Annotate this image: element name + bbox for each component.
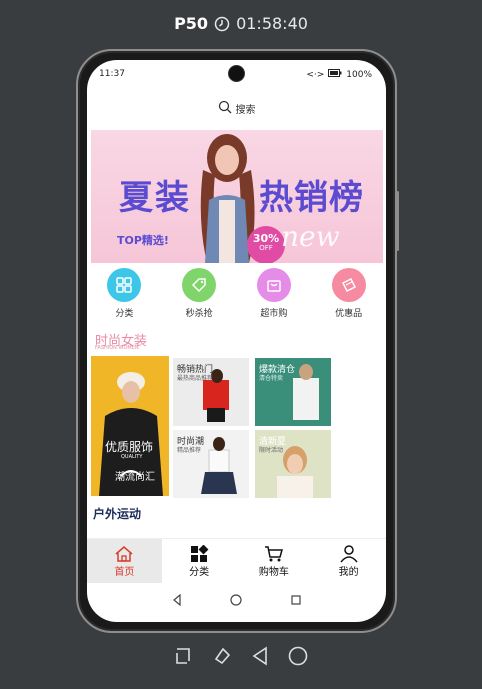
cart-icon [264,545,283,561]
nav-label: 我的 [338,566,359,578]
category-item-chaoshi[interactable]: 超市购 [239,268,309,326]
bottom-nav: 首页 分类 购物车 我的 [87,538,386,583]
fashion-promo-card[interactable]: 优质服饰 QUALITY 潮流尚汇 [91,356,169,496]
category-label: 秒杀抢 [185,309,213,319]
bag-icon [256,268,291,302]
discount-sub: OFF [259,244,273,253]
side-button[interactable] [396,191,399,251]
nav-cart[interactable]: 购物车 [237,539,312,583]
battery-level: 100% [346,69,372,80]
category-row: 分类 秒杀抢 超市购 优惠品 [87,268,386,326]
product-tile[interactable]: 畅销热门 最热商品推荐 [173,358,249,426]
screenshot-icon[interactable] [173,645,195,667]
discount-value: 30% [252,232,280,245]
promo-subtitle: 潮流尚汇 [115,472,155,483]
front-camera [228,65,245,82]
promo-mini: QUALITY [121,454,143,460]
nav-label: 首页 [114,566,135,578]
nav-home[interactable]: 首页 [87,539,162,583]
search-bar[interactable]: 搜索 [87,94,386,122]
nav-profile[interactable]: 我的 [311,539,386,583]
tile-subtitle: 最热商品推荐 [177,375,214,382]
section-subtitle-fashion: FASHION WOMEN [95,345,139,351]
category-label: 超市购 [260,309,288,319]
category-icon [191,544,209,562]
banner-title-left: 夏装 [119,178,191,218]
banner-title-right: 热销榜 [259,178,364,218]
discount-badge: 30% OFF [247,226,285,263]
home-circle-icon[interactable] [230,594,243,606]
section-title-outdoor: 户外运动 [93,507,142,521]
home-icon [115,545,133,562]
product-tile[interactable]: 爆款清仓 清仓特卖 [255,358,331,426]
promo-banner[interactable]: 夏装 热销榜 TOP精选! 30% OFF new [91,130,383,263]
device-header: P50 01:58:40 [0,14,482,33]
nav-label: 分类 [189,566,210,578]
category-item-fenlei[interactable]: 分类 [89,268,159,326]
timer-icon [214,16,230,32]
signal-icon: <·> [306,69,325,80]
phone-screen: 11:37 <·> 100% 搜索 夏装 热销榜 TOP精选! 30% OFF … [87,60,386,622]
emulator-controls [0,645,482,667]
banner-tag: TOP精选! [117,234,169,247]
back-icon[interactable] [171,594,183,606]
recents-icon[interactable] [290,594,302,606]
search-label: 搜索 [235,104,256,116]
category-item-youhui[interactable]: 优惠品 [314,268,384,326]
device-name: P50 [174,14,209,33]
tile-subtitle: 精品推荐 [177,447,202,454]
status-bar: 11:37 <·> 100% [87,60,386,84]
back-triangle-icon[interactable] [249,645,271,667]
product-tile[interactable]: 时尚潮 精品推荐 [173,430,249,498]
system-nav-bar [87,588,386,612]
nav-label: 购物车 [258,566,289,578]
grid-icon [107,268,142,302]
category-label: 优惠品 [335,309,363,319]
tile-subtitle: 清仓特卖 [259,375,284,382]
status-time: 11:37 [99,69,125,79]
phone-frame: 11:37 <·> 100% 搜索 夏装 热销榜 TOP精选! 30% OFF … [76,49,399,633]
category-item-miaosha[interactable]: 秒杀抢 [164,268,234,326]
ticket-icon [331,268,366,302]
search-icon [218,100,232,117]
category-label: 分类 [115,309,134,319]
status-right: <·> 100% [306,69,372,80]
device-timer: 01:58:40 [236,14,308,33]
tile-subtitle: 限时活动 [259,447,284,454]
battery-icon [328,69,342,80]
nav-category[interactable]: 分类 [162,539,237,583]
tag-icon [182,268,217,302]
promo-title: 优质服饰 [105,440,154,454]
banner-script-word: new [281,220,340,253]
home-button-icon[interactable] [287,645,309,667]
rotate-icon[interactable] [211,645,233,667]
user-icon [340,544,358,562]
product-tile[interactable]: 清新夏 限时活动 [255,430,331,498]
